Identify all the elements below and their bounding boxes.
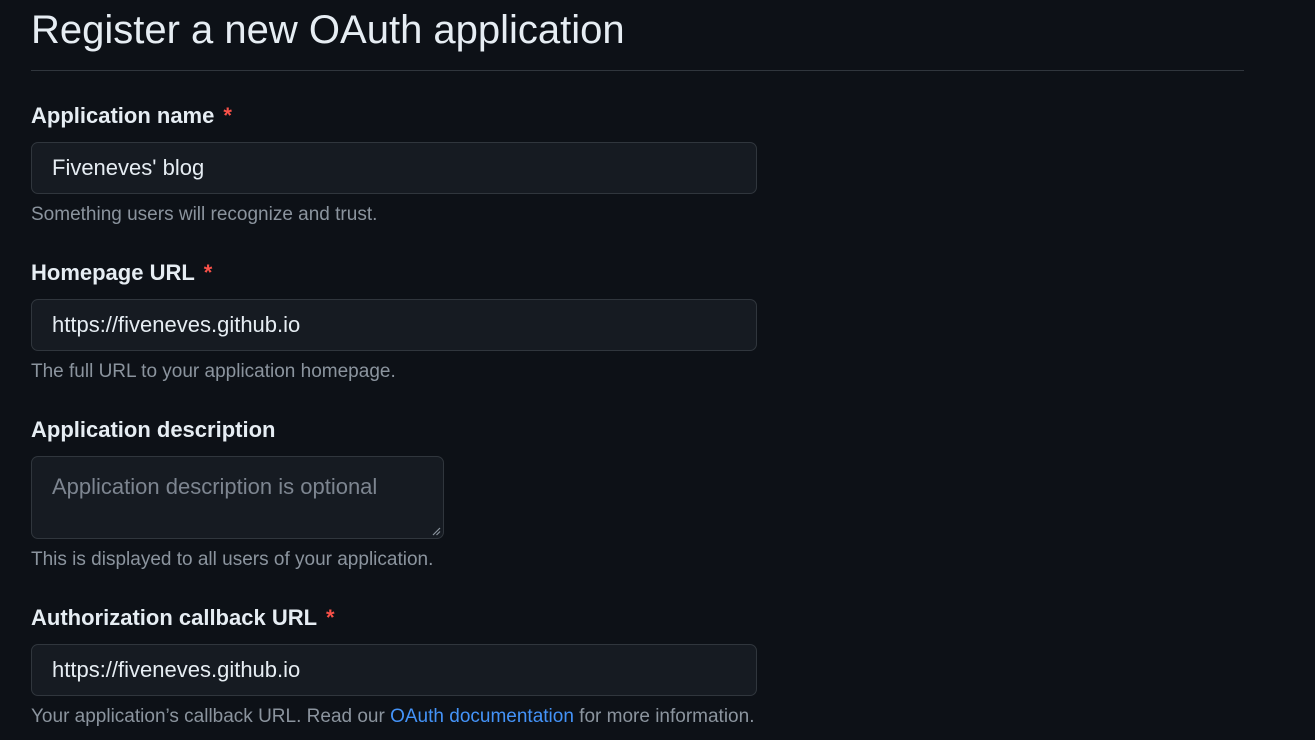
callback-help-prefix: Your application’s callback URL. Read ou… [31, 706, 391, 727]
oauth-app-registration-page: Register a new OAuth application Applica… [0, 0, 1315, 740]
app-name-input[interactable] [31, 142, 757, 194]
callback-url-label-text: Authorization callback URL [31, 605, 318, 630]
callback-url-help: Your application’s callback URL. Read ou… [31, 705, 754, 729]
required-mark: * [326, 605, 335, 630]
description-label-text: Application description [31, 417, 276, 442]
app-name-label: Application name * [31, 102, 232, 130]
callback-url-label: Authorization callback URL * [31, 604, 335, 632]
callback-help-suffix: for more information. [573, 706, 755, 727]
homepage-url-help: The full URL to your application homepag… [31, 361, 396, 382]
page-title: Register a new OAuth application [31, 8, 625, 52]
app-name-label-text: Application name [31, 103, 215, 128]
callback-url-input[interactable] [31, 644, 757, 696]
description-help: This is displayed to all users of your a… [31, 549, 434, 570]
app-name-help: Something users will recognize and trust… [31, 204, 378, 225]
homepage-url-label-text: Homepage URL [31, 260, 195, 285]
oauth-documentation-link[interactable]: OAuth documentation [390, 706, 574, 727]
description-label: Application description [31, 416, 275, 444]
title-divider [31, 70, 1244, 71]
required-mark: * [223, 103, 232, 128]
homepage-url-input[interactable] [31, 299, 757, 351]
homepage-url-label: Homepage URL * [31, 259, 212, 287]
resize-grip-icon[interactable] [431, 526, 441, 536]
description-textarea[interactable] [31, 456, 444, 539]
required-mark: * [203, 260, 213, 285]
